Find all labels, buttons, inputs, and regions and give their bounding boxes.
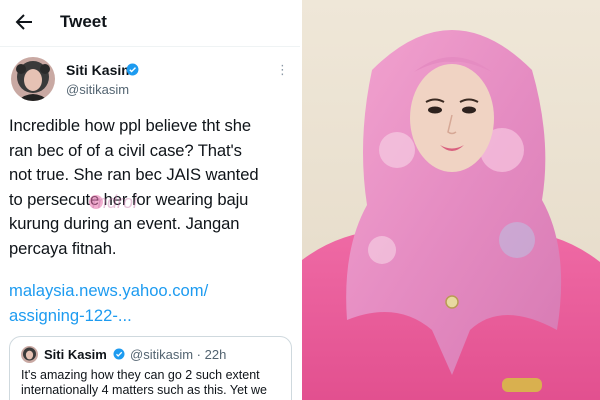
quoted-meta: @sitikasim · 22h [130,347,226,362]
header-divider [0,46,300,47]
portrait-photo [302,0,600,400]
quoted-author-avatar [21,346,38,363]
quoted-handle: @sitikasim [130,347,194,362]
verified-badge-icon [126,63,139,76]
tweet-link[interactable]: malaysia.news.yahoo.com/ assigning-122-.… [9,279,291,328]
meta-separator: · [196,347,202,362]
tweet-line: Incredible how ppl believe tht she [9,116,251,135]
watermark-text: mdroi [92,192,138,212]
page-title: Tweet [60,12,107,31]
tweet-header: Tweet [0,0,300,46]
quoted-tweet[interactable]: Siti Kasim @sitikasim · 22h It's amazing… [9,336,292,400]
tweet-link-line[interactable]: assigning-122-... [9,304,291,329]
tweet-body: Incredible how ppl believe tht she ran b… [9,114,291,261]
tweet-link-line[interactable]: malaysia.news.yahoo.com/ [9,279,291,304]
tweet-line: ran bec of of a civil case? That's [9,140,242,160]
quoted-time: 22h [204,347,227,362]
tweet-line: to persecute her for wearing baju [9,189,249,209]
tweet-panel: Tweet Siti Kasim @sitikasim ⋮ Incredible… [0,0,300,400]
tweet-line: not true. She ran bec JAIS wanted [9,165,259,184]
quoted-text: It's amazing how they can go 2 such exte… [21,368,267,397]
author-handle[interactable]: @sitikasim [66,82,129,97]
arrow-left-icon[interactable] [12,10,36,34]
more-dots-icon[interactable]: ⋮ [276,62,289,78]
author-name[interactable]: Siti Kasim [66,62,134,78]
quoted-author-name: Siti Kasim [44,347,107,362]
verified-badge-icon [113,348,125,360]
author-avatar[interactable] [11,57,55,101]
tweet-line: kurung during an event. Jangan [9,214,240,233]
tweet-line: percaya fitnah. [9,238,117,258]
